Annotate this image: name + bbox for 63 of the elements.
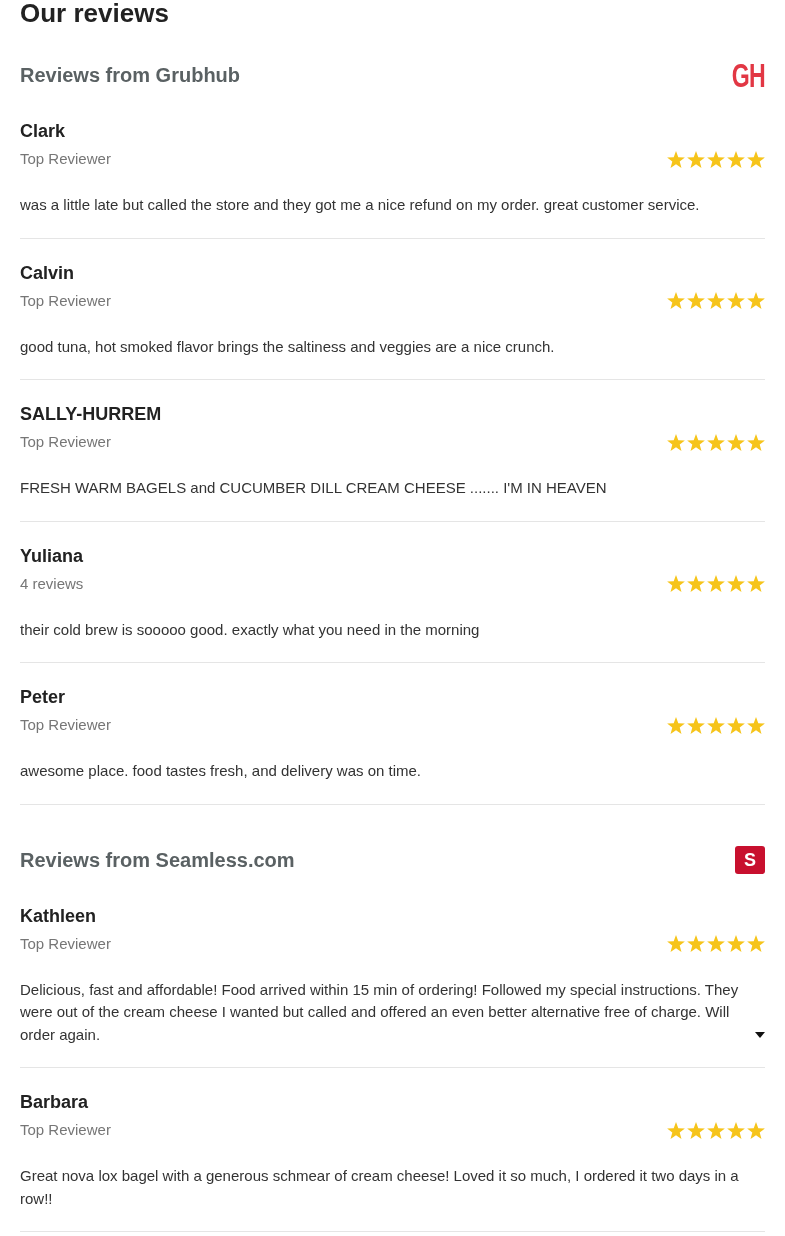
star-icon — [667, 433, 685, 451]
review-text: awesome place. food tastes fresh, and delivery was on time. — [20, 761, 423, 781]
review-text: good tuna, hot smoked flavor brings the saltiness and veggies are a nice crunch. — [20, 336, 556, 357]
star-icon — [727, 150, 745, 168]
star-icon — [707, 433, 725, 451]
star-icon — [667, 1121, 685, 1139]
reviewer-name: SALLY-HURREM — [20, 403, 163, 426]
star-icon — [727, 935, 745, 952]
star-icon — [747, 150, 765, 168]
star-icon — [727, 716, 745, 734]
reviewer-name: Yuliana — [20, 544, 85, 568]
review-text: was a little late but called the store and they got me a nice refund on my order. great customer service. — [20, 195, 701, 215]
review-text: FRESH WARM BAGELS and CUCUMBER DILL CREAM CHEESE ....... I'M IN HEAVEN — [20, 478, 608, 498]
reviewer-subtitle: Top Reviewer — [20, 432, 111, 452]
star-icon — [687, 575, 705, 592]
expand-button[interactable] — [755, 1032, 765, 1038]
star-icon — [687, 1121, 705, 1139]
star-icon — [747, 575, 765, 592]
star-icon — [707, 150, 725, 168]
star-icon — [687, 292, 705, 309]
star-icon — [707, 716, 725, 734]
star-icon — [687, 935, 705, 952]
reviewer-subtitle: Top Reviewer — [20, 290, 111, 311]
reviewer-subtitle: Top Reviewer — [20, 715, 111, 735]
reviewer-name: Kathleen — [20, 904, 98, 928]
star-icon — [687, 433, 705, 451]
review-text: their cold brew is sooooo good. exactly what you need in the morning — [20, 619, 481, 640]
star-icon — [747, 292, 765, 309]
section-heading: Reviews from Grubhub — [20, 63, 241, 88]
star-icon — [707, 575, 725, 592]
star-icon — [747, 716, 765, 734]
star-icon — [727, 292, 745, 309]
reviewer-name: Clark — [20, 120, 67, 143]
star-icon — [667, 575, 685, 592]
star-icon — [727, 575, 745, 592]
star-icon — [747, 433, 765, 451]
star-icon — [747, 935, 765, 952]
reviewer-subtitle: Top Reviewer — [20, 1120, 111, 1140]
star-icon — [707, 292, 725, 309]
reviewer-subtitle: Top Reviewer — [20, 149, 111, 169]
caret-icon — [755, 1032, 765, 1038]
reviewer-name: Barbara — [20, 1091, 90, 1114]
review-text: Great nova lox bagel with a generous schmear of cream cheese! Loved it so much, I ordered it two days in a row!! — [20, 1166, 740, 1209]
star-icon — [667, 292, 685, 309]
reviewer-name: Peter — [20, 686, 67, 709]
section-heading: Reviews from Seamless.com — [20, 847, 295, 873]
star-icon — [667, 716, 685, 734]
review-text: Delicious, fast and affordable! Food arrived within 15 min of ordering! Followed my special instructions. They were out of the cream cheese I wanted but called and offered an even better alternative free of charge. Will order again. — [20, 979, 740, 1045]
reviewer-subtitle: 4 reviews — [20, 573, 84, 594]
star-icon — [727, 433, 745, 451]
reviewer-name: Calvin — [20, 261, 76, 285]
source-logo: S — [735, 845, 765, 874]
star-icon — [727, 1121, 745, 1139]
star-icon — [707, 935, 725, 952]
star-icon — [687, 716, 705, 734]
page-title: Our reviews — [20, 0, 170, 26]
reviewer-subtitle: Top Reviewer — [20, 933, 111, 954]
star-icon — [667, 150, 685, 168]
star-icon — [667, 935, 685, 952]
star-icon — [687, 150, 705, 168]
star-icon — [707, 1121, 725, 1139]
source-logo: GH — [731, 61, 765, 89]
star-icon — [747, 1121, 765, 1139]
